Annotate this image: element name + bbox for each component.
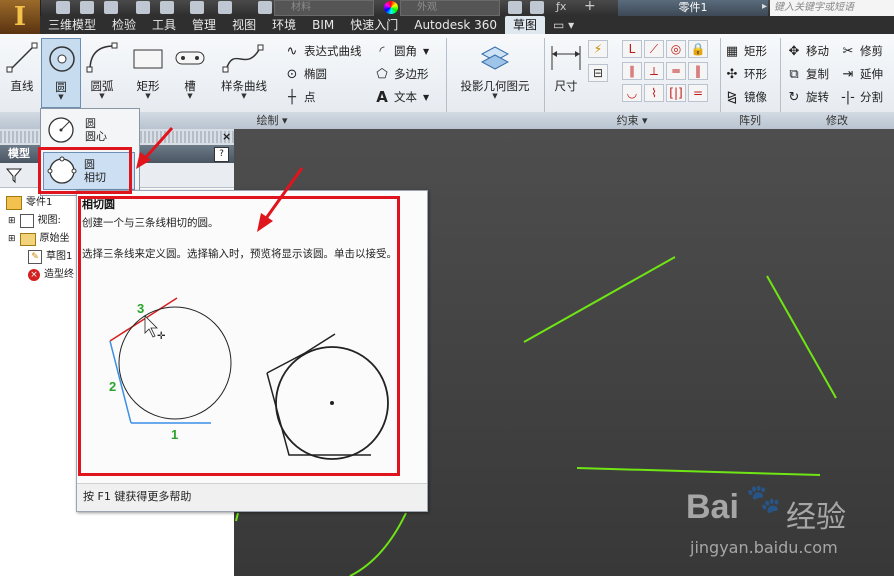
paw-icon: 🐾: [746, 482, 781, 515]
baidu-watermark: Bai 🐾 经验 jingyan.baidu.com: [666, 478, 894, 576]
arrow-head: [257, 213, 273, 232]
watermark-brand-tail: 经验: [786, 500, 846, 535]
watermark-brand: Bai: [686, 488, 739, 526]
watermark-url: jingyan.baidu.com: [690, 538, 838, 557]
arrow-to-tooltip: [260, 167, 304, 225]
